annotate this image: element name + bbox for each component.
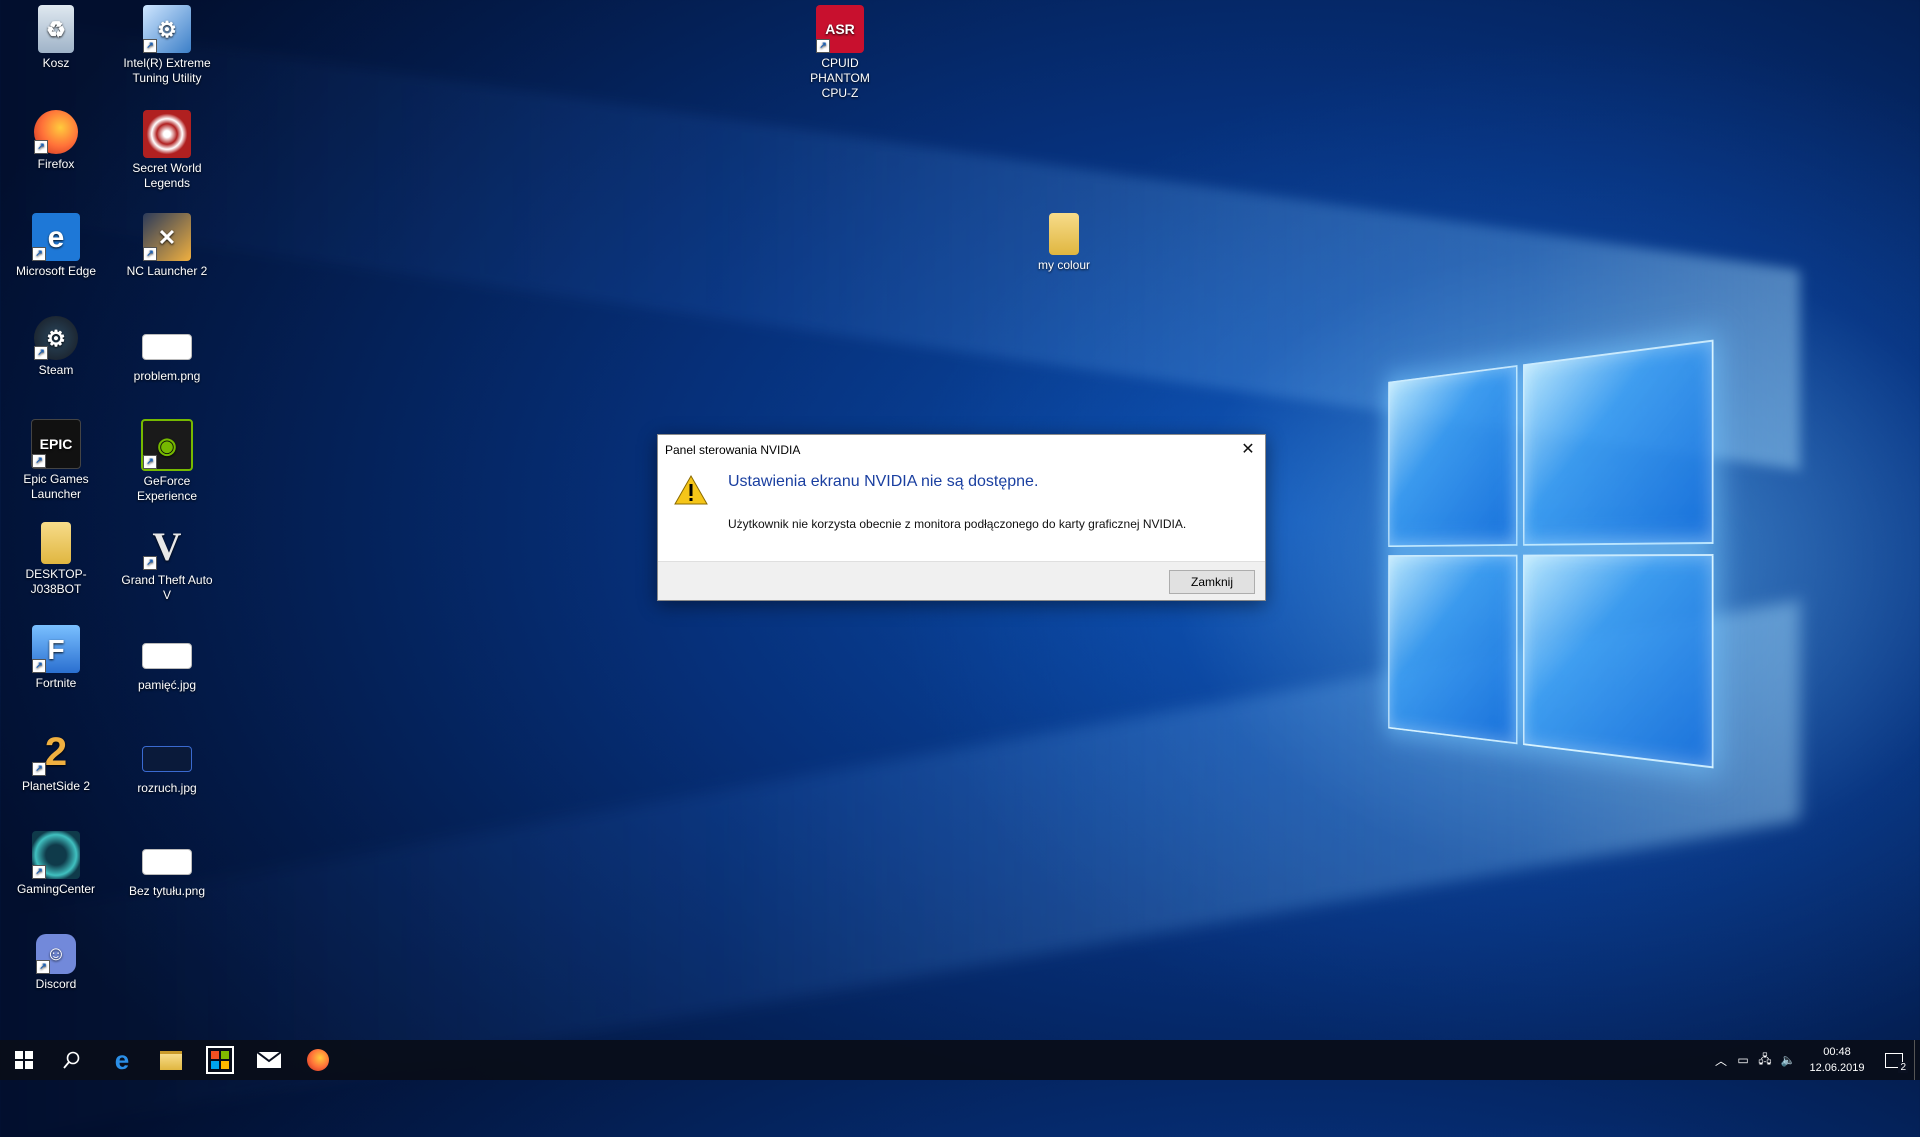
desktop-icon-desktop-folder[interactable]: DESKTOP-J038BOT [6,522,106,597]
folder-icon [41,522,71,564]
taskbar-firefox[interactable] [294,1040,342,1080]
image-file-icon [142,746,192,772]
taskbar-file-explorer[interactable] [147,1040,195,1080]
fortnite-icon: F ↗ [32,625,80,673]
dialog-heading: Ustawienia ekranu NVIDIA nie są dostępne… [728,473,1039,490]
gaming-center-icon: ↗ [32,831,80,879]
desktop-icon-secret-world[interactable]: Secret World Legends [117,110,217,191]
desktop-icon-geforce[interactable]: ◉ ↗ GeForce Experience [117,419,217,504]
desktop-icon-my-colour[interactable]: my colour [1014,213,1114,273]
image-file-icon [142,643,192,669]
time: 00:48 [1823,1046,1851,1058]
planetside-icon: 2 ↗ [32,728,80,776]
desktop-icon-problem-png[interactable]: problem.png [117,316,217,384]
clock[interactable]: 00:48 12.06.2019 [1800,1044,1874,1076]
desktop-icon-planetside[interactable]: 2 ↗ PlanetSide 2 [6,728,106,794]
desktop-icon-rozruch-jpg[interactable]: rozruch.jpg [117,728,217,796]
desktop-icon-discord[interactable]: ☺ ↗ Discord [6,934,106,992]
search-icon [63,1051,80,1069]
discord-icon: ☺ ↗ [36,934,76,974]
firefox-icon: ↗ [34,110,78,154]
taskbar-mail[interactable] [245,1040,293,1080]
nvidia-dialog: Panel sterowania NVIDIA ✕ Ustawienia ekr… [657,434,1266,601]
dialog-footer: Zamknij [658,561,1265,600]
cpuz-icon: ASR ↗ [816,5,864,53]
edge-icon: e [114,1044,130,1075]
search-button[interactable] [48,1040,96,1080]
notification-badge: 2 [1898,1062,1908,1073]
zamknij-button[interactable]: Zamknij [1169,570,1255,594]
desktop-icon-bez-tytulu-png[interactable]: Bez tytułu.png [117,831,217,899]
taskbar: e ︿ ▭ 🖧 🔈 00:48 12.06.2019 2 [0,1040,1920,1080]
desktop-icon-pamiec-jpg[interactable]: pamięć.jpg [117,625,217,693]
steam-icon: ⚙ ↗ [34,316,78,360]
start-button[interactable] [0,1040,48,1080]
desktop-icon-firefox[interactable]: ↗ Firefox [6,110,106,172]
gta-icon: V ↗ [143,522,191,570]
desktop-icon-epic-games[interactable]: EPIC ↗ Epic Games Launcher [6,419,106,502]
taskbar-edge[interactable]: e [98,1040,146,1080]
windows-start-icon [15,1051,33,1069]
secret-world-icon [143,110,191,158]
windows-logo-wallpaper [1388,339,1714,780]
desktop-icon-fortnite[interactable]: F ↗ Fortnite [6,625,106,691]
warning-icon [674,475,708,505]
image-file-icon [142,334,192,360]
image-file-icon [142,849,192,875]
desktop-icon-cpuz[interactable]: ASR ↗ CPUID PHANTOM CPU-Z [790,5,890,101]
desktop-icon-intel-xtu[interactable]: ⚙ ↗ Intel(R) Extreme Tuning Utility [117,5,217,86]
desktop-icon-nc-launcher[interactable]: ✕ ↗ NC Launcher 2 [117,213,217,279]
desktop-icon-gaming-center[interactable]: ↗ GamingCenter [6,831,106,897]
close-button[interactable]: ✕ [1231,435,1265,465]
nc-launcher-icon: ✕ ↗ [143,213,191,261]
desktop-icon-kosz[interactable]: ♻ Kosz [6,5,106,71]
epic-games-icon: EPIC ↗ [31,419,81,469]
mail-icon [257,1052,281,1068]
network-icon[interactable]: 🖧 [1754,1050,1776,1071]
date: 12.06.2019 [1809,1062,1865,1074]
volume-icon[interactable]: 🔈 [1776,1053,1800,1067]
chevron-up-icon[interactable]: ︿ [1710,1052,1732,1069]
dialog-message: Użytkownik nie korzysta obecnie z monito… [728,517,1187,531]
dialog-body: Ustawienia ekranu NVIDIA nie są dostępne… [658,465,1265,566]
firefox-icon [307,1049,329,1071]
edge-icon: e ↗ [32,213,80,261]
desktop-icon-steam[interactable]: ⚙ ↗ Steam [6,316,106,378]
action-center-button[interactable]: 2 [1874,1040,1914,1080]
desktop-icon-edge[interactable]: e ↗ Microsoft Edge [6,213,106,279]
taskbar-store[interactable] [196,1040,244,1080]
dialog-title: Panel sterowania NVIDIA [665,443,801,457]
dialog-titlebar: Panel sterowania NVIDIA ✕ [658,435,1265,465]
intel-xtu-icon: ⚙ ↗ [143,5,191,53]
desktop-icon-gta-v[interactable]: V ↗ Grand Theft Auto V [117,522,217,603]
system-tray: ︿ ▭ 🖧 🔈 00:48 12.06.2019 2 [1710,1040,1920,1080]
folder-icon [1049,213,1079,255]
show-desktop-button[interactable] [1914,1040,1920,1080]
close-icon: ✕ [1241,441,1255,458]
folder-icon [160,1050,182,1070]
store-icon [206,1046,234,1074]
geforce-icon: ◉ ↗ [141,419,193,471]
battery-icon[interactable]: ▭ [1732,1053,1754,1067]
recycle-bin-icon: ♻ [38,5,74,53]
